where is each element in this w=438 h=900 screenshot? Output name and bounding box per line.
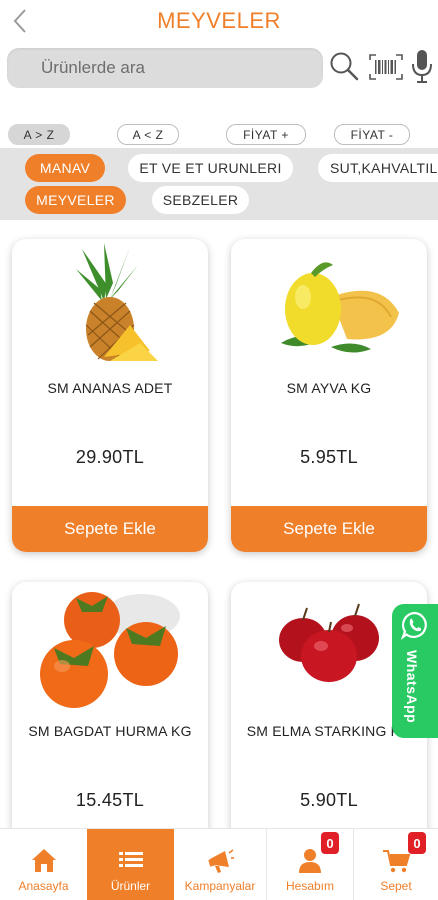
product-name: SM ANANAS ADET [47, 380, 173, 396]
search-input[interactable] [7, 48, 323, 88]
nav-label: Anasayfa [18, 879, 69, 893]
nav-kampanyalar[interactable]: Kampanyalar [174, 829, 266, 900]
megaphone-icon [208, 849, 234, 873]
whatsapp-label: WhatsApp [404, 650, 420, 724]
search-bar [0, 46, 438, 90]
nav-label: Sepet [380, 879, 412, 893]
search-icon[interactable] [328, 50, 360, 82]
nav-label: Hesabım [285, 879, 335, 893]
add-to-cart-button[interactable]: Sepete Ekle [231, 506, 427, 552]
nav-anasayfa[interactable]: Anasayfa [0, 829, 87, 900]
products-screen: MEYVELER A > Z A < Z FİYAT + F [0, 0, 438, 900]
product-price: 5.90TL [300, 790, 358, 810]
subcategory-chip-sebzeler[interactable]: SEBZELER [152, 186, 249, 214]
product-name: SM AYVA KG [286, 380, 372, 396]
product-price: 5.95TL [300, 447, 358, 467]
cart-badge: 0 [408, 832, 426, 854]
product-card[interactable]: SM BAGDAT HURMA KG 15.45TL [12, 582, 208, 862]
sort-options: A > Z A < Z FİYAT + FİYAT - [0, 124, 438, 146]
category-chip-sut[interactable]: SUT,KAHVALTILIK [318, 154, 438, 182]
bottom-navigation: Anasayfa Ürünler Kampanyalar Hesabım 0 S… [0, 828, 438, 900]
pineapple-image [76, 243, 158, 361]
nav-hesabim[interactable]: Hesabım 0 [267, 829, 353, 900]
microphone-icon[interactable] [409, 48, 435, 84]
whatsapp-button[interactable]: WhatsApp [392, 604, 438, 738]
nav-label: Kampanyalar [184, 879, 256, 893]
sort-a-to-z[interactable]: A > Z [8, 124, 70, 145]
sort-z-to-a[interactable]: A < Z [117, 124, 179, 145]
product-name: SM BAGDAT HURMA KG [28, 723, 192, 739]
cart-icon [383, 850, 411, 873]
home-icon [31, 849, 56, 872]
category-chip-manav[interactable]: MANAV [25, 154, 105, 182]
list-icon [118, 852, 143, 867]
subcategory-chip-meyveler[interactable]: MEYVELER [25, 186, 126, 214]
persimmon-image [40, 592, 180, 708]
nav-label: Ürünler [110, 879, 151, 893]
product-card[interactable]: SM ANANAS ADET 29.90TL Sepete Ekle [12, 239, 208, 552]
quince-image [281, 262, 399, 353]
nav-urunler[interactable]: Ürünler [87, 829, 174, 900]
category-filter: MANAV ET VE ET URUNLERI SUT,KAHVALTILIK … [0, 148, 438, 220]
sort-price-desc[interactable]: FİYAT - [334, 124, 410, 145]
product-price: 29.90TL [75, 447, 145, 467]
account-badge: 0 [321, 832, 339, 854]
category-chip-et[interactable]: ET VE ET URUNLERI [128, 154, 293, 182]
product-card[interactable]: SM AYVA KG 5.95TL Sepete Ekle [231, 239, 427, 552]
header: MEYVELER [0, 0, 438, 44]
whatsapp-icon [400, 611, 427, 640]
add-to-cart-button[interactable]: Sepete Ekle [12, 506, 208, 552]
nav-sepet[interactable]: Sepet 0 [354, 829, 438, 900]
page-title: MEYVELER [157, 8, 281, 33]
sort-price-asc[interactable]: FİYAT + [226, 124, 306, 145]
product-price: 15.45TL [75, 790, 145, 810]
barcode-icon[interactable] [368, 53, 404, 81]
